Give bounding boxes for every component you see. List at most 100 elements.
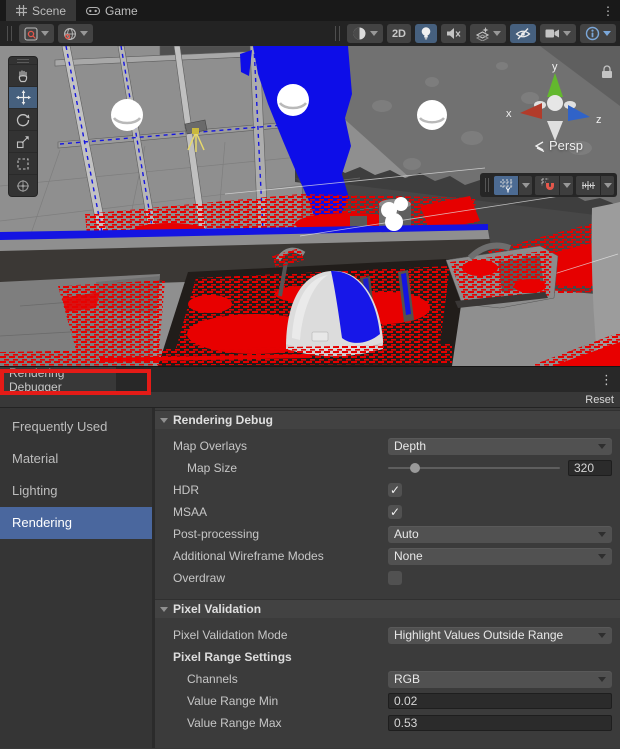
field-label: Post-processing xyxy=(155,527,388,541)
unity-editor-window: Scene Game ⋮ xyxy=(0,0,620,749)
snap-increment-button[interactable] xyxy=(576,176,600,195)
effects-layers-icon xyxy=(475,27,490,41)
sidebar-item-rendering[interactable]: Rendering xyxy=(0,507,152,539)
lock-icon[interactable] xyxy=(602,66,612,78)
scene-camera-button[interactable] xyxy=(540,24,576,43)
chevron-down-icon xyxy=(522,183,530,188)
chevron-down-icon xyxy=(493,31,501,36)
chevron-down-icon xyxy=(598,554,606,559)
chevron-down-icon xyxy=(563,31,571,36)
grid-y-icon: Y xyxy=(499,178,514,193)
chevron-down-icon xyxy=(41,31,49,36)
transform-tool-button[interactable] xyxy=(9,174,37,196)
audio-toggle-button[interactable] xyxy=(441,24,466,43)
debugger-toolbar: Reset xyxy=(0,392,620,408)
effects-toggle-button[interactable] xyxy=(470,24,506,43)
draw-mode-button[interactable] xyxy=(347,24,383,43)
sidebar-item-lighting[interactable]: Lighting xyxy=(0,475,152,507)
field-label: Overdraw xyxy=(155,571,388,585)
section-rendering-debug[interactable]: Rendering Debug xyxy=(155,410,620,429)
axis-z-cone[interactable] xyxy=(568,105,590,121)
post-processing-dropdown[interactable]: Auto xyxy=(388,526,612,543)
overlay-drag-handle[interactable] xyxy=(9,57,37,64)
foldout-triangle-icon xyxy=(160,418,168,423)
tool-handle-rotation-button[interactable] xyxy=(58,24,93,43)
map-size-field[interactable] xyxy=(568,460,612,476)
scene-menu-kebab-icon[interactable]: ⋮ xyxy=(602,0,614,21)
sidebar-item-material[interactable]: Material xyxy=(0,443,152,475)
chevron-down-icon xyxy=(80,31,88,36)
msaa-checkbox[interactable] xyxy=(388,505,402,519)
rect-tool-button[interactable] xyxy=(9,152,37,174)
group-label: Pixel Range Settings xyxy=(155,650,388,664)
debugger-tab-bar: Rendering Debugger ⋮ xyxy=(0,366,620,392)
value-range-max-field[interactable] xyxy=(388,715,612,731)
move-tool-button[interactable] xyxy=(9,86,37,108)
debugger-sidebar: Frequently Used Material Lighting Render… xyxy=(0,408,152,748)
gizmos-toggle-button[interactable] xyxy=(580,24,616,43)
grid-options-dropdown[interactable] xyxy=(519,176,532,195)
section-pixel-validation[interactable]: Pixel Validation xyxy=(155,599,620,618)
hand-icon xyxy=(16,69,30,83)
rotate-tool-button[interactable] xyxy=(9,108,37,130)
2d-label: 2D xyxy=(392,28,406,40)
scale-tool-button[interactable] xyxy=(9,130,37,152)
light-bulb-icon xyxy=(420,26,432,41)
section-title: Pixel Validation xyxy=(173,602,261,616)
section-title: Rendering Debug xyxy=(173,413,273,427)
svg-text:Y: Y xyxy=(505,185,510,193)
debugger-content: Rendering Debug Map Overlays Depth Map S… xyxy=(155,408,620,748)
chevron-down-icon xyxy=(563,183,571,188)
grid-visibility-button[interactable]: Y xyxy=(494,176,518,195)
scene-lighting-toggle-button[interactable] xyxy=(415,24,437,43)
scene-grid-icon xyxy=(16,5,27,16)
row-pixel-validation-mode: Pixel Validation Mode Highlight Values O… xyxy=(155,624,620,646)
row-map-size: Map Size xyxy=(155,457,620,479)
tab-rendering-debugger[interactable]: Rendering Debugger xyxy=(0,367,116,392)
dropdown-value: RGB xyxy=(394,672,420,686)
2d-toggle-button[interactable]: 2D xyxy=(387,24,411,43)
channels-dropdown[interactable]: RGB xyxy=(388,671,612,688)
overdraw-checkbox[interactable] xyxy=(388,571,402,585)
tool-settings-button[interactable] xyxy=(19,24,54,43)
gizmo-center[interactable] xyxy=(547,95,563,111)
chevron-down-icon xyxy=(603,31,611,36)
reset-button[interactable]: Reset xyxy=(585,394,614,406)
snap-toggle-button[interactable] xyxy=(535,176,559,195)
view-tab-bar: Scene Game ⋮ xyxy=(0,0,620,21)
slider-knob[interactable] xyxy=(410,463,420,473)
perspective-toggle[interactable]: Persp xyxy=(534,138,583,153)
field-label: Channels xyxy=(155,672,388,686)
debugger-body: Frequently Used Material Lighting Render… xyxy=(0,408,620,748)
snap-options-dropdown[interactable] xyxy=(560,176,573,195)
chevron-down-icon xyxy=(598,532,606,537)
hdr-checkbox[interactable] xyxy=(388,483,402,497)
axis-x-cone[interactable] xyxy=(520,103,542,119)
tab-scene[interactable]: Scene xyxy=(6,0,76,21)
scene-visibility-toggle-button[interactable] xyxy=(510,24,536,43)
scene-viewport[interactable]: y x z Persp xyxy=(0,46,620,366)
map-size-slider[interactable] xyxy=(388,461,560,475)
grid-snap-toolbar: Y xyxy=(480,173,617,197)
transform-icon xyxy=(16,179,30,193)
field-label: Map Overlays xyxy=(155,439,388,453)
toolbar-drag-handle[interactable] xyxy=(335,26,340,41)
foldout-triangle-icon xyxy=(160,607,168,612)
hand-tool-button[interactable] xyxy=(9,64,37,86)
field-label: Additional Wireframe Modes xyxy=(155,549,388,563)
tab-game[interactable]: Game xyxy=(76,0,148,21)
debugger-menu-kebab-icon[interactable]: ⋮ xyxy=(600,367,613,393)
sidebar-item-frequently-used[interactable]: Frequently Used xyxy=(0,411,152,443)
row-map-overlays: Map Overlays Depth xyxy=(155,435,620,457)
toolbar-drag-handle[interactable] xyxy=(7,26,12,41)
pixel-validation-mode-dropdown[interactable]: Highlight Values Outside Range xyxy=(388,627,612,644)
dropdown-value: Highlight Values Outside Range xyxy=(394,628,563,642)
overlay-drag-handle[interactable] xyxy=(485,178,489,192)
game-controller-icon xyxy=(86,6,100,16)
axis-y-cone[interactable] xyxy=(547,73,563,97)
map-overlays-dropdown[interactable]: Depth xyxy=(388,438,612,455)
additional-wireframe-modes-dropdown[interactable]: None xyxy=(388,548,612,565)
rotate-icon xyxy=(16,113,30,127)
increment-options-dropdown[interactable] xyxy=(601,176,614,195)
value-range-min-field[interactable] xyxy=(388,693,612,709)
